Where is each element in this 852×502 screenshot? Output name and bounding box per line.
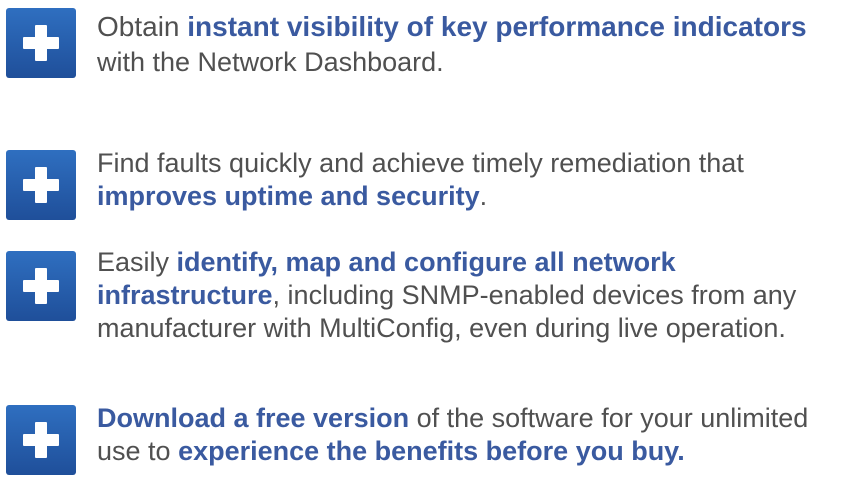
plus-icon (6, 8, 76, 78)
plus-icon (6, 405, 76, 475)
feature-text-4: Download a free version of the software … (97, 403, 809, 466)
plus-icon (6, 251, 76, 321)
feature-text-2: Find faults quickly and achieve timely r… (97, 148, 744, 211)
plus-icon (6, 150, 76, 220)
feature-text-1: Obtain instant visibility of key perform… (97, 11, 807, 77)
feature-text-3: Easily identify, map and configure all n… (97, 247, 797, 343)
